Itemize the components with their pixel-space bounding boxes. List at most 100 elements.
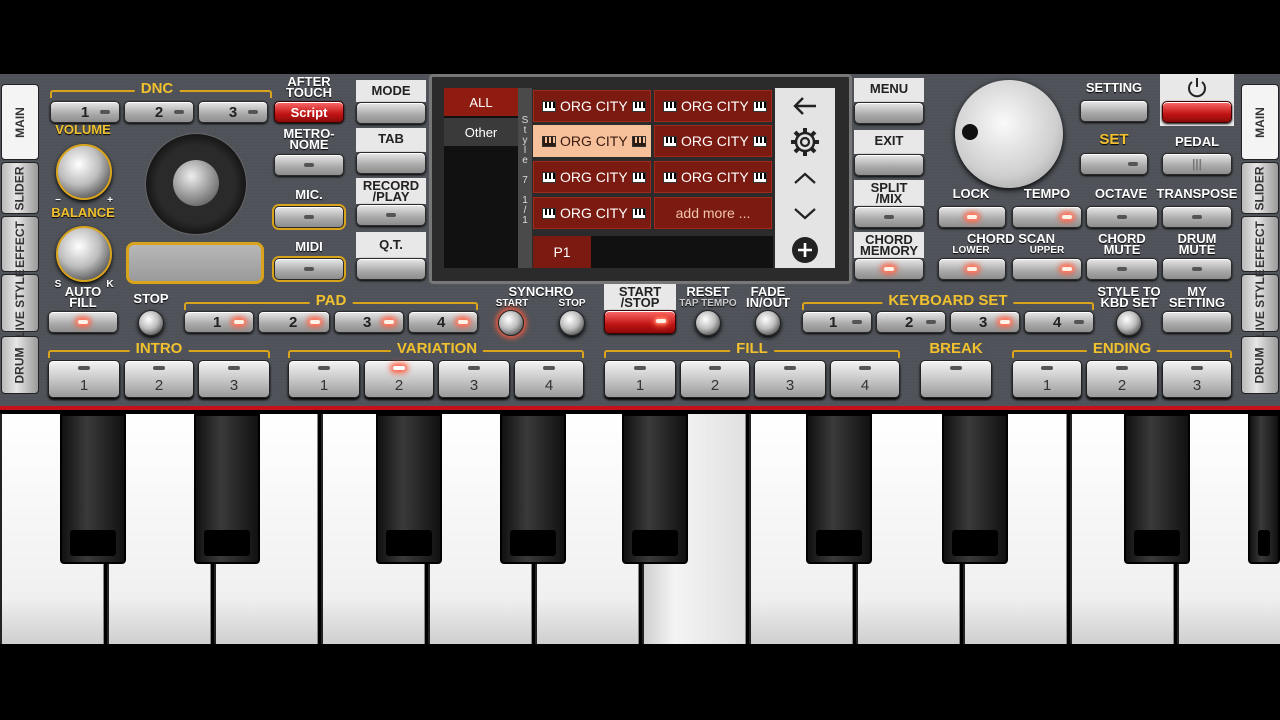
- auto-fill-button[interactable]: [48, 311, 118, 333]
- style-item-6[interactable]: ORG CITY: [654, 161, 772, 193]
- set-button[interactable]: [1080, 153, 1148, 175]
- split-mix-button[interactable]: [854, 206, 924, 228]
- chord-scan-lower-button[interactable]: [938, 258, 1006, 280]
- volume-knob[interactable]: [56, 144, 112, 200]
- joystick-handle[interactable]: [173, 160, 219, 206]
- transpose-button[interactable]: [1162, 206, 1232, 228]
- page-button[interactable]: P1: [533, 236, 591, 268]
- pedal-button[interactable]: |||: [1162, 153, 1232, 175]
- chord-memory-button[interactable]: [854, 258, 924, 280]
- menu-button[interactable]: [854, 102, 924, 124]
- tab-live-style-left[interactable]: LIVE STYLE: [1, 269, 39, 337]
- tab-button[interactable]: [356, 152, 426, 174]
- reset-knob[interactable]: [695, 310, 721, 336]
- tab-effect-left[interactable]: EFFECT: [1, 216, 39, 272]
- keyboard-set-button-1[interactable]: 1: [802, 311, 872, 333]
- style-item-3-selected[interactable]: ORG CITY: [533, 125, 651, 157]
- ending-button-3[interactable]: 3: [1162, 360, 1232, 398]
- metronome-button[interactable]: [274, 154, 344, 176]
- power-button[interactable]: [1162, 101, 1232, 123]
- dnc-button-3[interactable]: 3: [198, 101, 268, 123]
- lock-button[interactable]: [938, 206, 1006, 228]
- pad-button-3[interactable]: 3: [334, 311, 404, 333]
- style-to-kbd-label: STYLE TO KBD SET: [1097, 284, 1161, 310]
- add-icon[interactable]: [775, 232, 835, 268]
- intro-button-3[interactable]: 3: [198, 360, 270, 398]
- style-item-1[interactable]: ORG CITY: [533, 90, 651, 122]
- variation-button-3[interactable]: 3: [438, 360, 510, 398]
- octave-button[interactable]: [1086, 206, 1158, 228]
- tab-slider-right[interactable]: SLIDER: [1241, 162, 1279, 214]
- black-key[interactable]: [60, 414, 126, 564]
- intro-button-2[interactable]: 2: [124, 360, 194, 398]
- chevron-down-icon[interactable]: [775, 196, 835, 232]
- black-key[interactable]: [500, 414, 566, 564]
- gear-icon[interactable]: [775, 124, 835, 160]
- mode-button[interactable]: [356, 102, 426, 124]
- ending-button-1[interactable]: 1: [1012, 360, 1082, 398]
- back-arrow-icon[interactable]: [775, 88, 835, 124]
- style-to-kbd-knob[interactable]: [1116, 310, 1142, 336]
- fill-button-3[interactable]: 3: [754, 360, 826, 398]
- tab-main-left[interactable]: MAIN: [1, 84, 39, 160]
- add-more-button[interactable]: add more ...: [654, 197, 772, 229]
- chord-scan-upper-button[interactable]: [1012, 258, 1082, 280]
- pad-button-2[interactable]: 2: [258, 311, 330, 333]
- record-play-button[interactable]: [356, 204, 426, 226]
- exit-button[interactable]: [854, 154, 924, 176]
- variation-button-2[interactable]: 2: [364, 360, 434, 398]
- style-item-7[interactable]: ORG CITY: [533, 197, 651, 229]
- midi-button[interactable]: [274, 258, 344, 280]
- keyboard-set-button-4[interactable]: 4: [1024, 311, 1094, 333]
- pitch-pad[interactable]: [126, 242, 264, 284]
- tab-effect-right[interactable]: EFFECT: [1241, 216, 1279, 272]
- fill-button-1[interactable]: 1: [604, 360, 676, 398]
- dnc-button-2[interactable]: 2: [124, 101, 194, 123]
- pad-stop-knob[interactable]: [138, 310, 164, 336]
- after-touch-script-button[interactable]: Script: [274, 101, 344, 123]
- tab-main-right[interactable]: MAIN: [1241, 84, 1279, 160]
- fill-button-2[interactable]: 2: [680, 360, 750, 398]
- pad-button-1[interactable]: 1: [184, 311, 254, 333]
- start-stop-button[interactable]: [604, 310, 676, 334]
- style-item-4[interactable]: ORG CITY: [654, 125, 772, 157]
- intro-button-1[interactable]: 1: [48, 360, 120, 398]
- fill-button-4[interactable]: 4: [830, 360, 900, 398]
- category-other[interactable]: Other: [444, 118, 518, 146]
- tab-live-style-right[interactable]: LIVE STYLE: [1241, 269, 1279, 337]
- dnc-button-1[interactable]: 1: [50, 101, 120, 123]
- chord-mute-button[interactable]: [1086, 258, 1158, 280]
- style-item-5[interactable]: ORG CITY: [533, 161, 651, 193]
- my-setting-button[interactable]: [1162, 311, 1232, 333]
- break-button[interactable]: [920, 360, 992, 398]
- drum-mute-button[interactable]: [1162, 258, 1232, 280]
- tab-drum-right[interactable]: DRUM: [1241, 336, 1279, 394]
- black-key[interactable]: [194, 414, 260, 564]
- keyboard-set-button-2[interactable]: 2: [876, 311, 946, 333]
- keyboard-set-button-3[interactable]: 3: [950, 311, 1020, 333]
- black-key[interactable]: [942, 414, 1008, 564]
- tab-slider-left[interactable]: SLIDER: [1, 162, 39, 214]
- black-key[interactable]: [1248, 414, 1280, 564]
- style-item-2[interactable]: ORG CITY: [654, 90, 772, 122]
- pad-button-4[interactable]: 4: [408, 311, 478, 333]
- variation-button-4[interactable]: 4: [514, 360, 584, 398]
- black-key[interactable]: [1124, 414, 1190, 564]
- setting-button[interactable]: [1080, 100, 1148, 122]
- variation-button-1[interactable]: 1: [288, 360, 360, 398]
- mic-button[interactable]: [274, 206, 344, 228]
- ending-button-2[interactable]: 2: [1086, 360, 1158, 398]
- tab-drum-left[interactable]: DRUM: [1, 336, 39, 394]
- category-all[interactable]: ALL: [444, 88, 518, 116]
- tempo-button[interactable]: [1012, 206, 1082, 228]
- black-key[interactable]: [622, 414, 688, 564]
- chevron-up-icon[interactable]: [775, 160, 835, 196]
- black-key[interactable]: [806, 414, 872, 564]
- setting-label: SETTING: [1085, 80, 1143, 95]
- qt-button[interactable]: [356, 258, 426, 280]
- black-key[interactable]: [376, 414, 442, 564]
- fade-knob[interactable]: [755, 310, 781, 336]
- synchro-start-knob[interactable]: [498, 310, 524, 336]
- balance-knob[interactable]: [56, 226, 112, 282]
- synchro-stop-knob[interactable]: [559, 310, 585, 336]
